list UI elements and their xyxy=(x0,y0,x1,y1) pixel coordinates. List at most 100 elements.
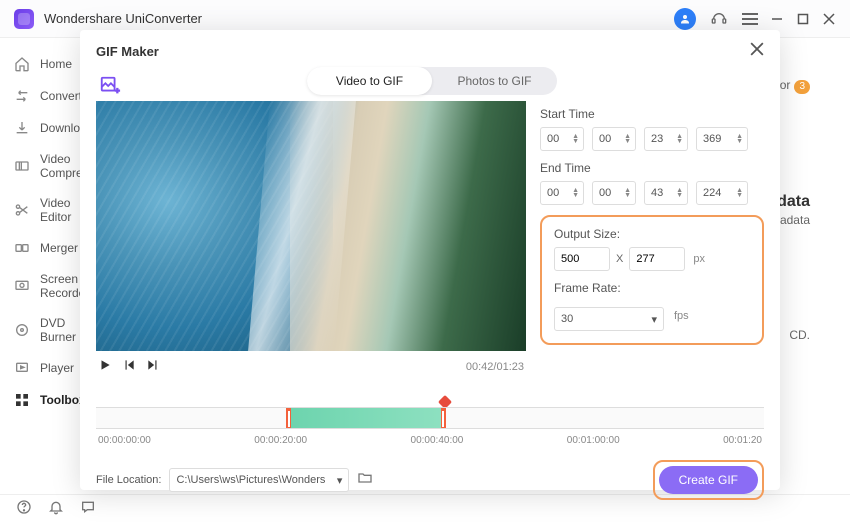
compressor-icon xyxy=(14,158,30,174)
selection-start-handle[interactable] xyxy=(288,411,290,427)
gif-maker-modal: GIF Maker Video to GIF Photos to GIF 00:… xyxy=(80,30,780,490)
play-controls: 00:42/01:23 xyxy=(96,351,526,379)
timeline-track[interactable] xyxy=(96,407,764,429)
start-ms-input[interactable]: 369▲▼ xyxy=(696,127,748,151)
output-height-input[interactable] xyxy=(629,247,685,271)
sidebar-item-editor[interactable]: Video Editor xyxy=(0,188,80,232)
start-hours-input[interactable]: 00▲▼ xyxy=(540,127,584,151)
sidebar-item-dvd[interactable]: DVD Burner xyxy=(0,308,80,352)
maximize-button[interactable] xyxy=(796,12,810,26)
sidebar-item-converter[interactable]: Converter xyxy=(0,80,80,112)
sidebar-item-compressor[interactable]: Video Compressor xyxy=(0,144,80,188)
output-settings-box: Output Size: X px Frame Rate: 30 ▾ fps xyxy=(540,215,764,345)
badge-count: 3 xyxy=(794,80,810,94)
sidebar-item-label: Merger xyxy=(40,241,78,255)
settings-panel: Start Time 00▲▼ 00▲▼ 23▲▼ 369▲▼ End Time… xyxy=(540,101,764,379)
support-icon[interactable] xyxy=(708,8,730,30)
playhead[interactable] xyxy=(440,397,450,407)
hamburger-menu-icon[interactable] xyxy=(742,13,758,25)
sidebar-item-player[interactable]: Player xyxy=(0,352,80,384)
start-time-row: 00▲▼ 00▲▼ 23▲▼ 369▲▼ xyxy=(540,127,764,151)
tick-label: 00:01:00:00 xyxy=(567,435,620,446)
sidebar-item-label: Video Editor xyxy=(40,196,71,224)
end-minutes-input[interactable]: 00▲▼ xyxy=(592,181,636,205)
end-time-label: End Time xyxy=(540,161,764,175)
sidebar-item-label: Toolbox xyxy=(40,393,86,407)
end-ms-input[interactable]: 224▲▼ xyxy=(696,181,748,205)
app-logo-icon xyxy=(14,9,34,29)
file-location-select[interactable]: C:\Users\ws\Pictures\Wonders ▾ xyxy=(169,468,349,492)
feedback-icon[interactable] xyxy=(80,499,96,520)
add-media-icon[interactable] xyxy=(98,73,122,97)
app-title: Wondershare UniConverter xyxy=(44,11,674,26)
end-time-row: 00▲▼ 00▲▼ 43▲▼ 224▲▼ xyxy=(540,181,764,205)
selection-end-handle[interactable] xyxy=(442,411,444,427)
next-frame-button[interactable] xyxy=(146,358,160,377)
converter-icon xyxy=(14,88,30,104)
open-folder-button[interactable] xyxy=(357,470,373,491)
player-icon xyxy=(14,360,30,376)
sidebar-item-toolbox[interactable]: Toolbox xyxy=(0,384,80,416)
file-location-label: File Location: xyxy=(96,474,161,486)
frame-rate-select[interactable]: 30 ▾ xyxy=(554,307,664,331)
tab-photos-to-gif[interactable]: Photos to GIF xyxy=(432,67,557,95)
create-gif-button[interactable]: Create GIF xyxy=(659,466,758,494)
video-panel: 00:42/01:23 xyxy=(96,101,526,379)
sidebar-item-home[interactable]: Home xyxy=(0,48,80,80)
prev-frame-button[interactable] xyxy=(122,358,136,377)
tick-label: 00:00:20:00 xyxy=(254,435,307,446)
start-minutes-input[interactable]: 00▲▼ xyxy=(592,127,636,151)
end-hours-input[interactable]: 00▲▼ xyxy=(540,181,584,205)
end-seconds-input[interactable]: 43▲▼ xyxy=(644,181,688,205)
fps-unit: fps xyxy=(674,310,689,322)
timeline-ticks: 00:00:00:00 00:00:20:00 00:00:40:00 00:0… xyxy=(96,435,764,446)
home-icon xyxy=(14,56,30,72)
tick-label: 00:00:40:00 xyxy=(411,435,464,446)
playback-timecode: 00:42/01:23 xyxy=(466,361,524,373)
dvd-icon xyxy=(14,322,30,338)
title-controls xyxy=(674,8,836,30)
timeline: 00:00:00:00 00:00:20:00 00:00:40:00 00:0… xyxy=(96,407,764,446)
tick-label: 00:00:00:00 xyxy=(98,435,151,446)
start-time-label: Start Time xyxy=(540,107,764,121)
sidebar-item-label: DVD Burner xyxy=(40,316,76,344)
play-button[interactable] xyxy=(98,358,112,377)
bg-heading: data xyxy=(777,193,810,211)
mode-tabs: Video to GIF Photos to GIF xyxy=(307,67,557,95)
sidebar-item-recorder[interactable]: Screen Recorder xyxy=(0,264,80,308)
output-size-label: Output Size: xyxy=(554,227,750,241)
modal-close-button[interactable] xyxy=(750,42,764,61)
bg-text-3: CD. xyxy=(789,328,810,342)
help-icon[interactable] xyxy=(16,499,32,520)
modal-header: GIF Maker xyxy=(96,42,764,61)
modal-title: GIF Maker xyxy=(96,44,750,59)
minimize-button[interactable] xyxy=(770,12,784,26)
timeline-selection[interactable] xyxy=(286,408,446,428)
start-seconds-input[interactable]: 23▲▼ xyxy=(644,127,688,151)
sidebar-item-label: Player xyxy=(40,361,74,375)
user-account-icon[interactable] xyxy=(674,8,696,30)
file-location-row: File Location: C:\Users\ws\Pictures\Wond… xyxy=(96,460,764,500)
chevron-down-icon: ▾ xyxy=(651,313,657,326)
tick-label: 00:01:20 xyxy=(723,435,762,446)
download-icon xyxy=(14,120,30,136)
chevron-down-icon: ▾ xyxy=(337,474,343,487)
toolbox-icon xyxy=(14,392,30,408)
sidebar-item-label: Home xyxy=(40,57,72,71)
recorder-icon xyxy=(14,278,30,294)
sidebar-item-merger[interactable]: Merger xyxy=(0,232,80,264)
notification-icon[interactable] xyxy=(48,499,64,520)
sidebar-item-downloader[interactable]: Downloader xyxy=(0,112,80,144)
scissors-icon xyxy=(14,202,30,218)
video-preview[interactable] xyxy=(96,101,526,351)
frame-rate-label: Frame Rate: xyxy=(554,281,750,295)
bg-text-1: tor3 xyxy=(776,78,810,94)
close-button[interactable] xyxy=(822,12,836,26)
px-unit: px xyxy=(693,253,705,265)
create-gif-highlight: Create GIF xyxy=(653,460,764,500)
size-separator: X xyxy=(616,253,623,265)
merger-icon xyxy=(14,240,30,256)
tab-video-to-gif[interactable]: Video to GIF xyxy=(307,67,432,95)
output-width-input[interactable] xyxy=(554,247,610,271)
sidebar: Home Converter Downloader Video Compress… xyxy=(0,38,80,494)
